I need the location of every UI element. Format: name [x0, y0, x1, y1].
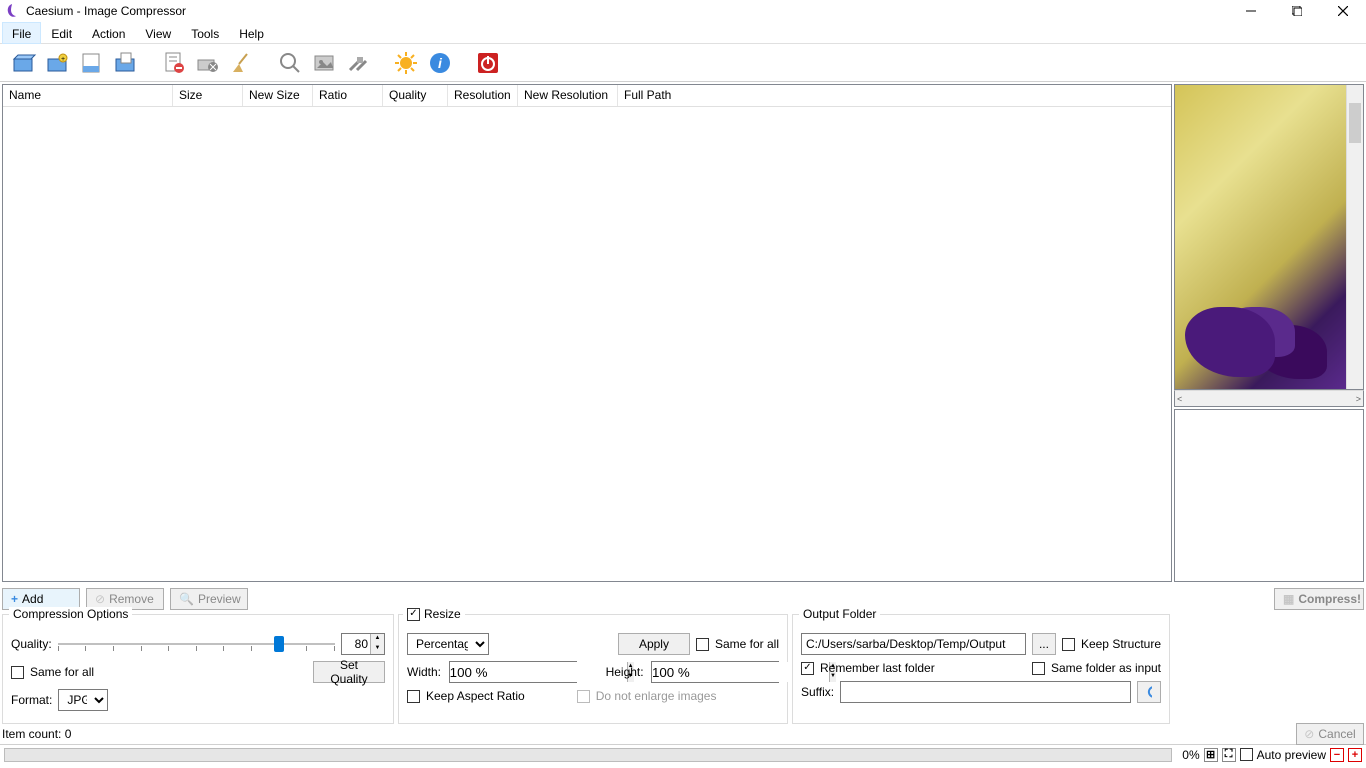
fit-icon[interactable]: ⊞	[1204, 748, 1218, 762]
bottom-bar: 0% ⊞ ⛶ Auto preview − +	[0, 744, 1366, 764]
col-resolution[interactable]: Resolution	[448, 85, 518, 106]
update-icon[interactable]	[392, 49, 420, 77]
settings-icon[interactable]	[344, 49, 372, 77]
quality-spinbox[interactable]: ▲▼	[341, 633, 385, 655]
same-for-all-quality[interactable]: Same for all	[11, 665, 94, 679]
same-for-all-resize[interactable]: Same for all	[696, 637, 779, 651]
no-enlarge-checkbox: Do not enlarge images	[577, 689, 717, 703]
info-icon[interactable]: i	[426, 49, 454, 77]
quality-slider[interactable]	[58, 634, 335, 654]
keep-structure-checkbox[interactable]: Keep Structure	[1062, 637, 1161, 651]
close-button[interactable]	[1320, 0, 1366, 22]
format-select[interactable]: JPG	[58, 689, 108, 711]
menubar: File Edit Action View Tools Help	[0, 22, 1366, 44]
suffix-input[interactable]	[840, 681, 1131, 703]
col-new-size[interactable]: New Size	[243, 85, 313, 106]
col-new-resolution[interactable]: New Resolution	[518, 85, 618, 106]
titlebar: Caesium - Image Compressor	[0, 0, 1366, 22]
preview-compressed	[1174, 409, 1364, 582]
preview-button[interactable]: 🔍Preview	[170, 588, 248, 610]
remember-folder-checkbox[interactable]: Remember last folder	[801, 661, 935, 675]
output-folder-group: Output Folder ... Keep Structure Remembe…	[792, 614, 1170, 724]
action-row: +Add ⊘Remove 🔍Preview ▦Compress!	[2, 586, 1364, 612]
resize-group: Resize Percentage Apply Same for all Wid…	[398, 614, 788, 724]
zoom-out-icon[interactable]: −	[1330, 748, 1344, 762]
width-input[interactable]	[450, 662, 627, 682]
width-label: Width:	[407, 665, 443, 679]
open-folder-icon[interactable]: +	[44, 49, 72, 77]
keep-aspect-checkbox[interactable]: Keep Aspect Ratio	[407, 689, 525, 703]
col-size[interactable]: Size	[173, 85, 243, 106]
apply-resize-button[interactable]: Apply	[618, 633, 690, 655]
preview-vscroll[interactable]	[1346, 85, 1363, 389]
same-folder-checkbox[interactable]: Same folder as input	[1032, 661, 1161, 675]
list-header: Name Size New Size Ratio Quality Resolut…	[3, 85, 1171, 107]
menu-file[interactable]: File	[2, 22, 41, 44]
reset-suffix-button[interactable]	[1137, 681, 1161, 703]
col-full-path[interactable]: Full Path	[618, 85, 1171, 106]
resize-legend: Resize	[403, 607, 465, 621]
output-path-input[interactable]	[801, 633, 1026, 655]
progress-percent: 0%	[1182, 748, 1199, 762]
open-file-icon[interactable]	[10, 49, 38, 77]
app-icon	[4, 3, 20, 19]
suffix-label: Suffix:	[801, 685, 834, 699]
window-controls	[1228, 0, 1366, 22]
compress-button[interactable]: ▦Compress!	[1274, 588, 1364, 610]
main-area: Name Size New Size Ratio Quality Resolut…	[0, 82, 1366, 584]
image-compress-icon[interactable]	[310, 49, 338, 77]
preview-hscroll[interactable]: <>	[1174, 390, 1364, 407]
window-title: Caesium - Image Compressor	[26, 4, 186, 18]
preview-pane: <>	[1174, 84, 1364, 582]
options-row: Compression Options Quality: ▲▼ Same for…	[2, 614, 1364, 724]
open-list-icon[interactable]	[112, 49, 140, 77]
item-count-label: Item count: 0	[2, 727, 71, 741]
clear-list-icon[interactable]	[194, 49, 222, 77]
menu-help[interactable]: Help	[229, 22, 274, 44]
zoom-icon[interactable]	[276, 49, 304, 77]
compression-options-group: Compression Options Quality: ▲▼ Same for…	[2, 614, 394, 724]
toolbar: + i	[0, 44, 1366, 82]
menu-view[interactable]: View	[135, 22, 181, 44]
quality-label: Quality:	[11, 637, 52, 651]
auto-preview-checkbox[interactable]: Auto preview	[1240, 748, 1326, 762]
zoom-in-icon[interactable]: +	[1348, 748, 1362, 762]
compression-legend: Compression Options	[9, 607, 132, 621]
menu-action[interactable]: Action	[82, 22, 135, 44]
list-body[interactable]	[3, 107, 1171, 581]
progress-bar	[4, 748, 1172, 762]
resize-checkbox[interactable]: Resize	[407, 607, 461, 621]
svg-text:+: +	[61, 56, 65, 63]
height-label: Height:	[606, 665, 645, 679]
file-list-pane: Name Size New Size Ratio Quality Resolut…	[2, 84, 1172, 582]
browse-button[interactable]: ...	[1032, 633, 1056, 655]
broom-icon[interactable]	[228, 49, 256, 77]
menu-tools[interactable]: Tools	[181, 22, 229, 44]
col-ratio[interactable]: Ratio	[313, 85, 383, 106]
save-list-icon[interactable]	[78, 49, 106, 77]
preview-original	[1174, 84, 1364, 390]
preview-image	[1175, 85, 1346, 389]
col-name[interactable]: Name	[3, 85, 173, 106]
status-row: Item count: 0 ⊘Cancel	[2, 724, 1364, 744]
quality-value[interactable]	[342, 634, 370, 654]
full-icon[interactable]: ⛶	[1222, 748, 1236, 762]
cancel-button[interactable]: ⊘Cancel	[1296, 723, 1364, 745]
set-quality-button[interactable]: Set Quality	[313, 661, 385, 683]
output-legend: Output Folder	[799, 607, 880, 621]
exit-icon[interactable]	[474, 49, 502, 77]
remove-item-icon[interactable]	[160, 49, 188, 77]
minimize-button[interactable]	[1228, 0, 1274, 22]
maximize-button[interactable]	[1274, 0, 1320, 22]
resize-mode-select[interactable]: Percentage	[407, 633, 489, 655]
col-quality[interactable]: Quality	[383, 85, 448, 106]
format-label: Format:	[11, 693, 52, 707]
menu-edit[interactable]: Edit	[41, 22, 82, 44]
